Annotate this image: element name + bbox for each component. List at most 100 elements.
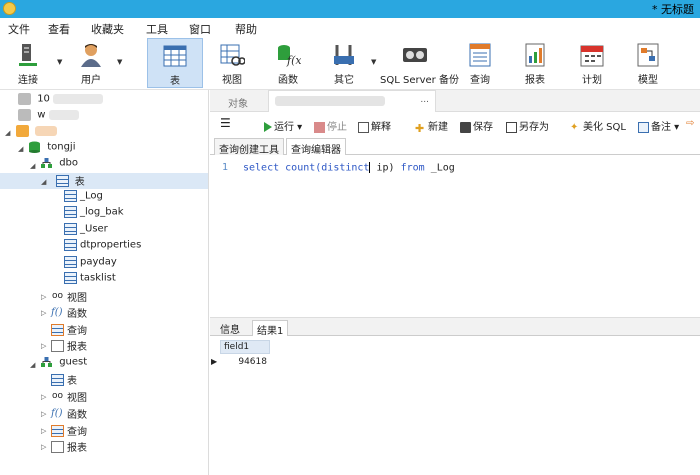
tab-query-document[interactable]: ... [268,90,436,112]
tree-functions-folder[interactable]: f() 函数 [51,406,87,422]
tab-query-editor[interactable]: 查询编辑器 [286,138,346,156]
expand-icon[interactable]: ◢ [5,129,10,137]
collapse-icon[interactable]: ▷ [41,293,46,301]
svg-text:f(x): f(x) [286,54,301,67]
tree-connection-1[interactable]: 10 [18,93,104,109]
view-icon: oo [51,290,63,301]
collapse-icon[interactable]: ▷ [41,393,46,401]
redacted-text [275,96,385,106]
tree-schema-dbo[interactable]: dbo [40,157,78,173]
menu-file[interactable]: 文件 [8,21,30,37]
expand-icon[interactable]: ◢ [30,162,35,170]
user-button[interactable]: 用户 [66,38,116,88]
tree-queries-label: 查询 [67,427,87,438]
redacted-text [53,94,104,104]
menu-help[interactable]: 帮助 [235,21,257,37]
schedule-icon [580,45,604,67]
tree-table-item[interactable]: _Log [64,190,103,206]
tree-queries-folder[interactable]: 查询 [51,322,87,338]
expand-icon[interactable]: ◢ [18,145,23,153]
beautify-sql-button[interactable]: ✦ 美化 SQL [570,118,626,134]
menu-window[interactable]: 窗口 [189,21,211,37]
tree-views-folder[interactable]: oo 视图 [51,289,87,305]
collapse-icon[interactable]: ▷ [41,342,46,350]
other-dropdown-icon[interactable]: ▼ [371,58,376,66]
result-cell[interactable]: 94618 [220,356,270,370]
tree-table-item[interactable]: dtproperties [64,239,141,255]
expand-icon[interactable]: ◢ [30,361,35,369]
tree-connection-2[interactable]: w [18,109,79,125]
comment-button[interactable]: 备注 ▾ [638,118,679,133]
query-button[interactable]: 查询 [458,38,502,88]
tree-table-item[interactable]: _log_bak [64,206,124,222]
title-bar: * 无标题 [0,0,700,18]
menu-tools[interactable]: 工具 [146,21,168,37]
explain-icon [358,121,369,133]
tab-objects[interactable]: 对象 [228,95,248,110]
tree-schema-guest[interactable]: guest [40,356,87,372]
new-button[interactable]: ✚ 新建 [415,118,448,135]
model-button[interactable]: 模型 [625,38,671,88]
collapse-icon[interactable]: ▷ [41,309,46,317]
tree-reports-folder[interactable]: 报表 [51,439,87,455]
sql-editor[interactable]: 1 select count(distinct ip) from _Log [210,156,700,316]
collapse-icon[interactable]: ▷ [41,427,46,435]
column-header[interactable]: field1 [220,340,270,354]
table-icon [64,206,77,218]
tree-tables-folder[interactable]: 表 [51,372,77,388]
expand-icon[interactable]: ◢ [41,178,46,186]
collapse-icon[interactable]: ▷ [41,443,46,451]
tab-result-1[interactable]: 结果1 [252,320,289,337]
menu-view[interactable]: 查看 [48,21,70,37]
save-label: 保存 [473,122,493,133]
report-icon [525,43,545,67]
menu-icon[interactable]: ☰ [220,116,231,130]
menu-favorites[interactable]: 收藏夹 [91,21,124,37]
table-name: _User [80,223,108,235]
view-button[interactable]: 视图 [207,38,257,88]
schedule-button[interactable]: 计划 [570,38,614,88]
tree-connection-2-label: w [37,109,46,121]
user-dropdown-icon[interactable]: ▼ [117,58,122,66]
explain-button[interactable]: 解释 [358,118,391,133]
save-button[interactable]: 保存 [460,118,493,133]
save-as-icon [506,121,517,133]
table-name: dtproperties [80,239,142,251]
tree-table-item[interactable]: tasklist [64,272,116,288]
redacted-text [48,110,79,120]
connection-label: 连接 [18,75,38,86]
table-button[interactable]: 表 [147,38,203,88]
view-label: 视图 [222,75,242,86]
report-icon [51,440,64,453]
explain-label: 解释 [371,122,391,133]
tab-overflow-icon[interactable]: ... [420,95,429,105]
editor-subtabs: 查询创建工具 查询编辑器 [210,137,700,156]
tree-queries-folder[interactable]: 查询 [51,423,87,439]
stop-button[interactable]: 停止 [314,118,347,133]
save-as-button[interactable]: 另存为 [506,118,549,133]
collapse-icon[interactable]: ▷ [41,410,46,418]
tab-info[interactable]: 信息 [216,320,244,336]
run-button[interactable]: 运行 ▾ [264,118,302,133]
tree-views-folder[interactable]: oo 视图 [51,389,87,405]
connection-dropdown-icon[interactable]: ▼ [57,58,62,66]
tree-connection-3[interactable] [16,125,58,141]
function-button[interactable]: f(x) 函数 [263,38,313,88]
export-icon[interactable]: ⇨ [686,118,694,129]
tree-database-tongji[interactable]: tongji [28,141,75,157]
tree-tables-folder[interactable]: ◢ 表 [0,173,208,189]
other-button[interactable]: 其它 [318,38,370,88]
new-icon: ✚ [415,121,425,135]
report-button[interactable]: 报表 [513,38,557,88]
tree-tables-label: 表 [67,376,77,387]
model-icon [637,43,659,67]
server-icon [16,125,29,137]
connection-button[interactable]: 连接 [6,38,50,88]
tab-query-builder[interactable]: 查询创建工具 [214,138,284,156]
function-icon: f(x) [278,45,301,67]
tree-reports-folder[interactable]: 报表 [51,338,87,354]
tree-table-item[interactable]: payday [64,256,117,272]
tree-functions-folder[interactable]: f() 函数 [51,305,87,321]
sqlserver-backup-button[interactable]: SQL Server 备份 [380,38,459,88]
tree-table-item[interactable]: _User [64,223,108,239]
